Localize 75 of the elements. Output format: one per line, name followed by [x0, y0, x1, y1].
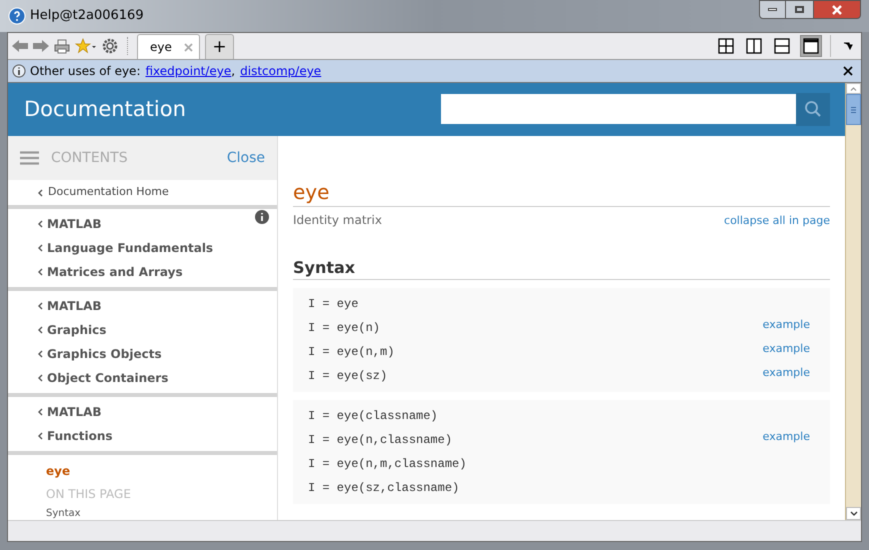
example-link[interactable]: example [762, 341, 810, 358]
back-arrow-icon[interactable] [12, 40, 28, 52]
undock-arrow-icon[interactable] [843, 41, 853, 51]
info-icon [12, 64, 26, 78]
star-dropdown-icon[interactable] [75, 38, 97, 54]
info-icon[interactable] [255, 210, 269, 224]
nav-link[interactable]: Matrices and Arrays [47, 263, 183, 281]
code-line: I = eye(sz,classname) [308, 480, 460, 496]
nav-link[interactable]: MATLAB [47, 403, 102, 421]
layout-toggle[interactable] [800, 35, 822, 57]
function-link[interactable]: fixedpoint/eye [145, 62, 232, 80]
forward-arrow-icon[interactable] [33, 40, 49, 52]
chevron-left-icon [37, 188, 43, 196]
chevron-left-icon [37, 220, 43, 228]
scroll-down-icon[interactable] [846, 507, 861, 520]
nav-link[interactable]: Graphics [47, 321, 106, 339]
code-line: I = eye [308, 296, 358, 312]
chevron-left-icon [37, 408, 43, 416]
help-app-icon [8, 7, 26, 25]
layout-toggle[interactable] [772, 36, 792, 56]
function-link[interactable]: distcomp/eye [240, 62, 322, 80]
page-subtitle: Identity matrix [293, 212, 382, 229]
separator-comma: , [231, 63, 236, 80]
info-message: Other uses of eye: [30, 63, 140, 80]
close-icon[interactable] [843, 66, 853, 76]
layout-icon [774, 38, 790, 54]
printer-icon[interactable] [54, 38, 70, 54]
window-title: Help@t2a006169 [30, 7, 144, 26]
nav-link[interactable]: Functions [47, 427, 113, 445]
layout-toggle[interactable] [744, 36, 764, 56]
nav-link[interactable]: MATLAB [47, 297, 102, 315]
nav-link[interactable]: Object Containers [47, 369, 168, 387]
search-field[interactable] [441, 94, 796, 124]
current-page-label: eye [46, 463, 72, 480]
browser-tab[interactable]: eye [137, 34, 200, 59]
example-link[interactable]: example [762, 365, 810, 382]
collapse-all-link[interactable]: collapse all in page [724, 213, 830, 230]
chevron-left-icon [37, 244, 43, 252]
on-this-page-label: ON THIS PAGE [46, 486, 132, 503]
close-button[interactable] [813, 0, 861, 19]
code-line: I = eye(n,classname) [308, 432, 452, 448]
code-line: I = eye(n,m) [308, 344, 394, 360]
maximize-button[interactable] [786, 0, 813, 19]
search-icon[interactable] [804, 100, 822, 118]
chevron-left-icon [37, 350, 43, 358]
header-title: Documentation [24, 96, 186, 123]
contents-label: CONTENTS [51, 148, 128, 168]
nav-link[interactable]: Language Fundamentals [47, 239, 214, 257]
section-link[interactable]: Syntax [46, 508, 277, 520]
page-title: eye [293, 179, 830, 207]
chevron-left-icon [37, 326, 43, 334]
chevron-left-icon [37, 374, 43, 382]
code-line: I = eye(n) [308, 320, 380, 336]
nav-link[interactable]: Documentation Home [48, 184, 169, 201]
settings-icon[interactable] [102, 38, 118, 54]
new-tab-button[interactable]: + [205, 34, 234, 59]
code-line: I = eye(n,m,classname) [308, 456, 466, 472]
nav-link[interactable]: MATLAB [47, 215, 102, 233]
layout-icon [746, 38, 762, 54]
scroll-up-icon[interactable] [846, 83, 861, 94]
layout-toggle[interactable] [716, 36, 736, 56]
layout-icon [718, 38, 734, 54]
code-line: I = eye(classname) [308, 408, 438, 424]
section-heading: Syntax [293, 256, 830, 280]
example-link[interactable]: example [762, 317, 810, 334]
chevron-left-icon [37, 268, 43, 276]
nav-link[interactable]: Graphics Objects [47, 345, 162, 363]
minimize-button[interactable] [759, 0, 786, 19]
scroll-thumb[interactable] [846, 94, 861, 125]
search-button[interactable] [796, 92, 830, 126]
chevron-left-icon [37, 302, 43, 310]
code-line: I = eye(sz) [308, 368, 388, 384]
layout-icon [803, 38, 819, 54]
example-link[interactable]: example [762, 429, 810, 446]
chevron-left-icon [37, 432, 43, 440]
